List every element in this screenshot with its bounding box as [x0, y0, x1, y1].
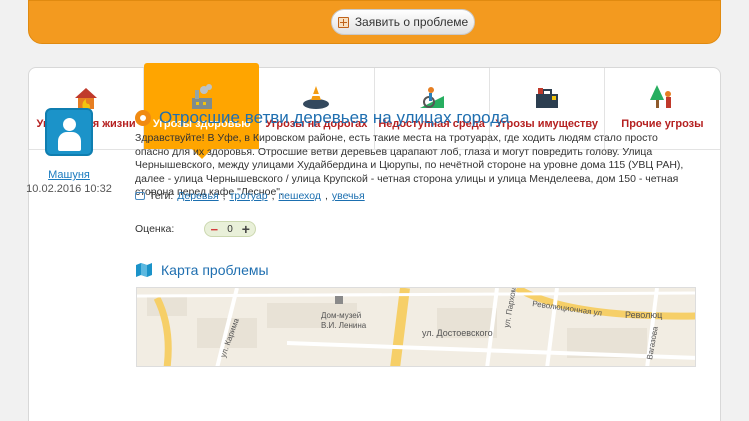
rating-stepper: − 0 +: [204, 221, 256, 237]
post-header: Отросшие ветви деревьев на улицах города: [135, 108, 510, 128]
report-problem-label: Заявить о проблеме: [354, 15, 469, 29]
tab-label: Угрозы имуществу: [495, 118, 598, 130]
map-label: Революц: [625, 310, 662, 320]
user-icon-body: [58, 132, 81, 151]
tag-link[interactable]: Деревья: [177, 190, 218, 202]
tag-link[interactable]: тротуар: [230, 190, 268, 202]
museum-icon: [335, 296, 343, 304]
author-link[interactable]: Машуня: [48, 169, 90, 181]
post-title: Отросшие ветви деревьев на улицах города: [159, 108, 510, 127]
rating-label: Оценка:: [135, 223, 175, 235]
post-date: 10.02.2016 10:32: [26, 183, 112, 195]
rating-row: Оценка: − 0 +: [135, 221, 256, 237]
briefcase-icon: [535, 88, 558, 108]
author-info: Машуня 10.02.2016 10:32: [25, 168, 113, 196]
map-label: ул. Достоевского: [422, 328, 493, 338]
rating-up-button[interactable]: +: [239, 221, 253, 237]
tag-separator: ,: [271, 190, 275, 202]
tag-link[interactable]: увечья: [332, 190, 365, 202]
tag-separator: ,: [222, 190, 226, 202]
tags-label: Теги:: [149, 190, 174, 202]
problem-map[interactable]: Дом-музей В.И. Ленина ул. Достоевского Р…: [136, 287, 696, 367]
plus-icon: [337, 16, 349, 28]
tree-person-icon: [650, 85, 672, 108]
tag-link[interactable]: пешеход: [279, 190, 321, 202]
rating-value: 0: [227, 223, 233, 235]
tab-label: Прочие угрозы: [621, 118, 704, 130]
tag-icon: [135, 192, 145, 200]
map-title: Карта проблемы: [161, 262, 269, 278]
map-icon: [136, 263, 152, 277]
tags-row: Теги: Деревья, тротуар, пешеход, увечья: [135, 190, 365, 202]
map-canvas[interactable]: Дом-музей В.И. Ленина ул. Достоевского Р…: [137, 288, 696, 367]
map-section-header: Карта проблемы: [135, 262, 269, 278]
map-label: В.И. Ленина: [321, 321, 367, 330]
tag-separator: ,: [324, 190, 328, 202]
avatar[interactable]: [45, 108, 93, 156]
map-label: Дом-музей: [321, 311, 361, 320]
top-banner: Заявить о проблеме: [28, 0, 721, 44]
report-problem-button[interactable]: Заявить о проблеме: [331, 9, 475, 35]
gear-icon: [135, 110, 151, 126]
user-icon: [63, 118, 76, 131]
rating-down-button[interactable]: −: [207, 222, 221, 237]
